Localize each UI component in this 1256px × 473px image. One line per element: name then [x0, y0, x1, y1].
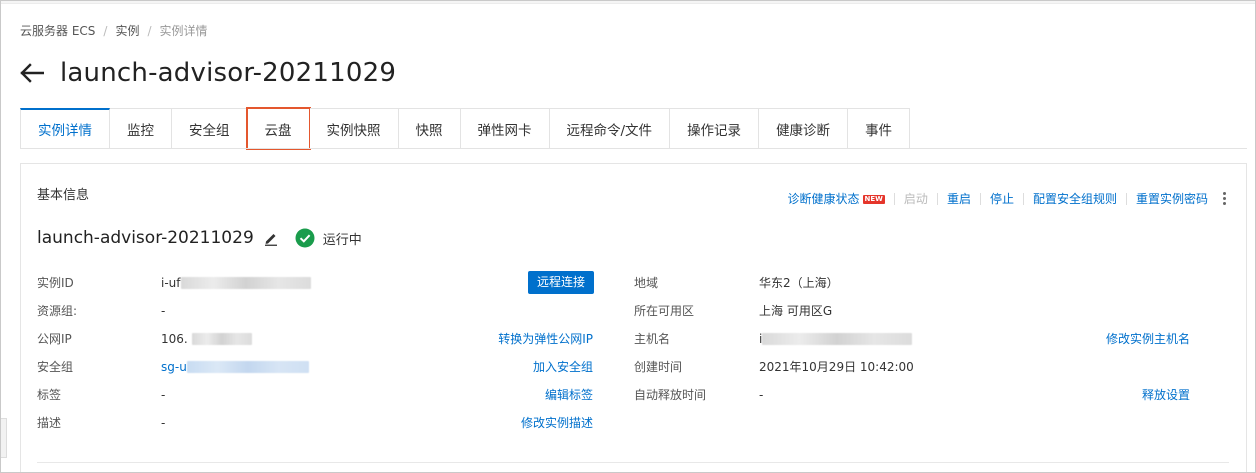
breadcrumb-separator: /: [147, 23, 152, 38]
tab-instance-details[interactable]: 实例详情: [20, 108, 110, 149]
tab-snapshots[interactable]: 快照: [398, 108, 461, 149]
breadcrumb-item-current: 实例详情: [159, 24, 208, 38]
config-sg-rules-link[interactable]: 配置安全组规则: [1033, 190, 1117, 207]
edit-description-link[interactable]: 修改实例描述: [521, 414, 593, 432]
zone-label: 所在可用区: [634, 304, 695, 318]
region-value: 华东2（上海）: [759, 276, 839, 290]
tab-eni[interactable]: 弹性网卡: [460, 108, 550, 149]
start-button[interactable]: 启动: [904, 190, 928, 207]
divider: [1022, 192, 1024, 205]
created-label: 创建时间: [634, 360, 683, 374]
instance-actions: 诊断健康状态 NEW 启动 重启 停止 配置安全组规则 重置实例密码: [788, 190, 1230, 207]
more-vertical-icon[interactable]: [1218, 192, 1230, 205]
edit-tags-link[interactable]: 编辑标签: [545, 386, 593, 404]
breadcrumb-separator: /: [103, 23, 108, 38]
diagnose-health-link[interactable]: 诊断健康状态 NEW: [788, 190, 885, 207]
instance-id-value: i-uf: [161, 274, 311, 292]
tab-bar: 实例详情 监控 安全组 云盘 实例快照 快照 弹性网卡 远程命令/文件 操作记录…: [20, 107, 911, 150]
tags-value: -: [161, 388, 166, 402]
reset-password-link[interactable]: 重置实例密码: [1136, 190, 1208, 207]
divider: [979, 192, 981, 205]
created-value: 2021年10月29日 10:42:00: [759, 360, 914, 374]
status-text: 运行中: [322, 232, 362, 248]
tab-health-diagnosis[interactable]: 健康诊断: [759, 108, 849, 149]
join-security-group-link[interactable]: 加入安全组: [533, 358, 593, 376]
resource-group-label: 资源组:: [37, 304, 78, 318]
tab-cloud-disks[interactable]: 云盘: [245, 107, 311, 150]
public-ip-label: 公网IP: [37, 332, 72, 346]
hostname-label: 主机名: [634, 332, 671, 346]
edit-hostname-link[interactable]: 修改实例主机名: [1106, 330, 1190, 348]
pencil-icon[interactable]: [263, 230, 279, 246]
tags-label: 标签: [37, 388, 62, 402]
check-circle-icon: [295, 228, 315, 248]
instance-name-row: launch-advisor-20211029 运行中: [37, 226, 362, 250]
remote-connect-button[interactable]: 远程连接: [528, 271, 595, 294]
security-group-label: 安全组: [37, 360, 74, 374]
auto-release-label: 自动释放时间: [634, 388, 707, 402]
tab-instance-snapshots[interactable]: 实例快照: [309, 108, 399, 149]
stop-button[interactable]: 停止: [990, 190, 1014, 207]
breadcrumb: 云服务器 ECS / 实例 / 实例详情: [20, 22, 208, 39]
zone-value: 上海 可用区G: [759, 304, 833, 318]
page-title: launch-advisor-20211029: [60, 58, 397, 88]
security-group-link[interactable]: sg-u: [161, 358, 309, 376]
basic-info-panel: 基本信息 诊断健康状态 NEW 启动 重启 停止 配置安全组规则 重置实例密码 l…: [20, 163, 1247, 473]
hostname-value: i: [759, 330, 913, 348]
new-badge: NEW: [862, 195, 885, 204]
breadcrumb-item-ecs[interactable]: 云服务器 ECS: [20, 22, 95, 39]
section-title: 基本信息: [37, 188, 90, 203]
description-value: -: [161, 416, 166, 430]
section-divider: [37, 462, 1229, 463]
tab-operation-logs[interactable]: 操作记录: [670, 108, 760, 149]
restart-button[interactable]: 重启: [947, 190, 971, 207]
convert-eip-link[interactable]: 转换为弹性公网IP: [498, 330, 593, 348]
top-bar: [0, 0, 1256, 4]
resource-group-value: -: [161, 304, 166, 318]
description-label: 描述: [37, 416, 62, 430]
side-drawer-handle[interactable]: [0, 418, 7, 458]
tab-events[interactable]: 事件: [848, 108, 911, 149]
instance-id-label: 实例ID: [37, 276, 74, 290]
tab-monitoring[interactable]: 监控: [110, 108, 172, 149]
instance-name: launch-advisor-20211029: [37, 228, 254, 248]
divider: [1125, 192, 1127, 205]
tab-divider: [20, 148, 1247, 149]
divider: [893, 192, 895, 205]
breadcrumb-item-instances[interactable]: 实例: [115, 22, 139, 39]
arrow-left-icon[interactable]: [20, 60, 46, 86]
tab-remote-commands[interactable]: 远程命令/文件: [549, 108, 671, 149]
auto-release-value: -: [759, 388, 764, 402]
divider: [936, 192, 938, 205]
public-ip-value: 106.: [161, 330, 252, 348]
release-settings-link[interactable]: 释放设置: [1142, 386, 1190, 404]
page-header: launch-advisor-20211029: [20, 55, 396, 91]
region-label: 地域: [634, 276, 659, 290]
tab-security-groups[interactable]: 安全组: [172, 108, 248, 149]
